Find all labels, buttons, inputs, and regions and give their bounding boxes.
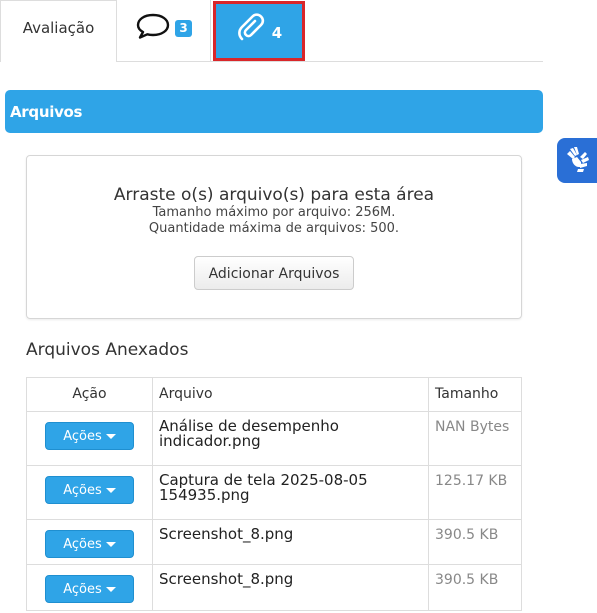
actions-dropdown-button[interactable]: Ações: [45, 530, 134, 558]
files-section-title: Arquivos: [10, 102, 83, 121]
file-dropzone[interactable]: Arraste o(s) arquivo(s) para esta área T…: [26, 155, 522, 319]
attached-files-table: Ação Arquivo Tamanho Ações Análise de de…: [26, 377, 522, 611]
attachments-count: 4: [271, 24, 283, 42]
column-header-file: Arquivo: [152, 377, 429, 412]
actions-dropdown-button[interactable]: Ações: [45, 422, 134, 450]
paperclip-icon: [236, 12, 266, 46]
table-header-row: Ação Arquivo Tamanho: [26, 377, 522, 412]
column-header-size: Tamanho: [428, 377, 522, 412]
tab-attachments[interactable]: 4: [213, 1, 305, 61]
file-name-cell: Screenshot_8.png: [152, 519, 429, 565]
table-row: Ações Screenshot_8.png 390.5 KB: [26, 519, 522, 565]
table-row: Ações Captura de tela 2025-08-05 154935.…: [26, 465, 522, 520]
dropzone-title: Arraste o(s) arquivo(s) para esta área: [113, 185, 435, 205]
actions-dropdown-button[interactable]: Ações: [45, 575, 134, 603]
action-cell: Ações: [26, 564, 153, 611]
caret-down-icon: [105, 488, 116, 493]
tab-evaluation-label: Avaliação: [22, 18, 95, 37]
file-name-cell: Screenshot_8.png: [152, 564, 429, 611]
actions-button-label: Ações: [63, 537, 102, 552]
file-size-cell: 125.17 KB: [428, 465, 522, 520]
actions-button-label: Ações: [63, 483, 102, 498]
attached-files-title: Arquivos Anexados: [26, 340, 189, 360]
file-size-cell: 390.5 KB: [428, 519, 522, 565]
file-name-cell: Captura de tela 2025-08-05 154935.png: [152, 465, 429, 520]
action-cell: Ações: [26, 465, 153, 520]
table-row: Ações Screenshot_8.png 390.5 KB: [26, 564, 522, 611]
column-header-action: Ação: [26, 377, 153, 412]
action-cell: Ações: [26, 519, 153, 565]
file-name-cell: Análise de desempenho indicador.png: [152, 411, 429, 466]
actions-dropdown-button[interactable]: Ações: [45, 476, 134, 504]
sign-language-hands-icon: [563, 145, 591, 177]
table-row: Ações Análise de desempenho indicador.pn…: [26, 411, 522, 466]
file-size-cell: NAN Bytes: [428, 411, 522, 466]
caret-down-icon: [105, 434, 116, 439]
actions-button-label: Ações: [63, 582, 102, 597]
dropzone-max-files: Quantidade máxima de arquivos: 500.: [148, 221, 400, 236]
speech-bubble-icon: [135, 13, 171, 43]
caret-down-icon: [105, 542, 116, 547]
tab-evaluation[interactable]: Avaliação: [0, 0, 117, 62]
files-section-header: Arquivos: [5, 90, 543, 133]
file-size-cell: 390.5 KB: [428, 564, 522, 611]
action-cell: Ações: [26, 411, 153, 466]
add-files-button[interactable]: Adicionar Arquivos: [193, 256, 355, 290]
actions-button-label: Ações: [63, 429, 102, 444]
comments-count-badge: 3: [175, 19, 192, 37]
caret-down-icon: [105, 587, 116, 592]
accessibility-button[interactable]: [557, 138, 597, 183]
tab-bar: Avaliação 3 4: [0, 0, 543, 62]
tab-comments[interactable]: 3: [117, 0, 211, 62]
dropzone-max-size: Tamanho máximo por arquivo: 256M.: [152, 205, 396, 220]
